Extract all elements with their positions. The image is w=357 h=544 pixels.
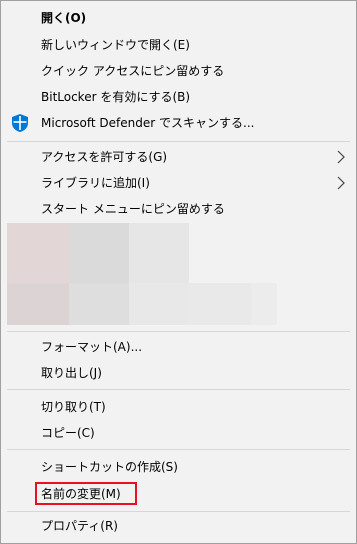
menu-item-properties[interactable]: プロパティ(R) <box>1 513 356 539</box>
menu-item-pin-start[interactable]: スタート メニューにピン留めする <box>1 196 356 222</box>
menu-item-open[interactable]: 開く(O) <box>1 5 356 31</box>
context-menu: 開く(O) 新しいウィンドウで開く(E) クイック アクセスにピン留めする Bi… <box>0 0 357 544</box>
defender-shield-icon <box>12 114 28 132</box>
menu-item-label: 開く(O) <box>41 11 87 25</box>
menu-separator <box>7 449 350 450</box>
menu-separator <box>7 331 350 332</box>
menu-item-label: BitLocker を有効にする(B) <box>41 90 191 104</box>
menu-separator <box>7 389 350 390</box>
menu-item-label: ショートカットの作成(S) <box>41 460 178 474</box>
menu-item-eject[interactable]: 取り出し(J) <box>1 360 356 386</box>
chevron-right-icon <box>337 176 345 190</box>
menu-item-pin-quick-access[interactable]: クイック アクセスにピン留めする <box>1 58 356 84</box>
menu-separator <box>7 511 350 512</box>
menu-item-label: 取り出し(J) <box>41 366 102 380</box>
menu-item-label: ライブラリに追加(I) <box>41 176 150 190</box>
rename-highlight-box <box>35 482 137 505</box>
menu-item-cut[interactable]: 切り取り(T) <box>1 394 356 420</box>
menu-item-label: クイック アクセスにピン留めする <box>41 64 225 78</box>
menu-item-label: フォーマット(A)... <box>41 340 143 354</box>
menu-item-bitlocker[interactable]: BitLocker を有効にする(B) <box>1 84 356 110</box>
menu-item-label: 切り取り(T) <box>41 400 106 414</box>
menu-item-give-access[interactable]: アクセスを許可する(G) <box>1 144 356 170</box>
menu-item-format[interactable]: フォーマット(A)... <box>1 334 356 360</box>
menu-item-open-new-window[interactable]: 新しいウィンドウで開く(E) <box>1 32 356 58</box>
menu-item-create-shortcut[interactable]: ショートカットの作成(S) <box>1 454 356 480</box>
menu-item-label: プロパティ(R) <box>41 519 118 533</box>
menu-item-label: 新しいウィンドウで開く(E) <box>41 38 190 52</box>
menu-item-label: アクセスを許可する(G) <box>41 150 168 164</box>
menu-item-label: スタート メニューにピン留めする <box>41 202 225 216</box>
redacted-blurred-area <box>7 223 277 325</box>
menu-item-label: Microsoft Defender でスキャンする... <box>41 116 255 130</box>
menu-item-label: コピー(C) <box>41 426 95 440</box>
menu-item-defender-scan[interactable]: Microsoft Defender でスキャンする... <box>1 110 356 136</box>
menu-item-add-to-library[interactable]: ライブラリに追加(I) <box>1 170 356 196</box>
chevron-right-icon <box>337 150 345 164</box>
menu-item-copy[interactable]: コピー(C) <box>1 420 356 446</box>
menu-separator <box>7 141 350 142</box>
